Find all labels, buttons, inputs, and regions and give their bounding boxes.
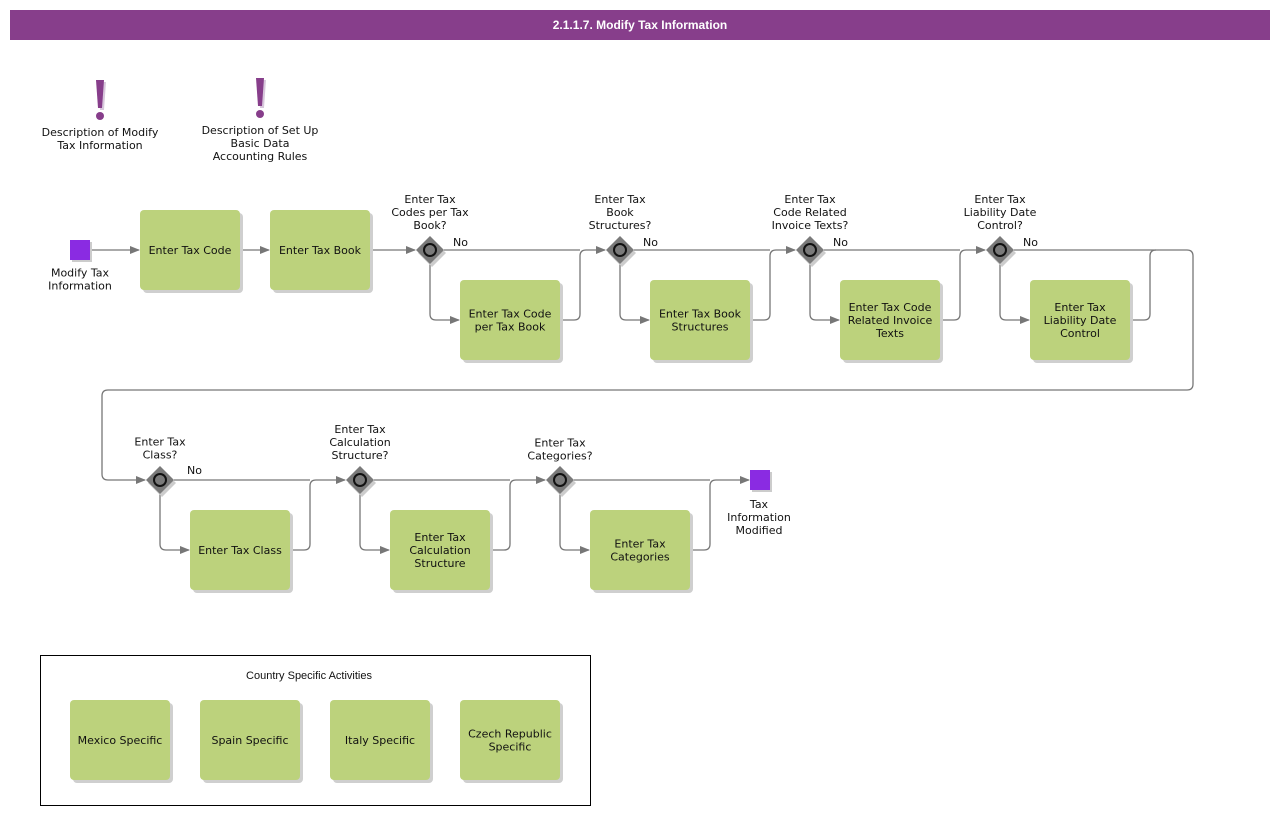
sequence-flow (559, 494, 590, 554)
task-enter-tax-class[interactable]: Enter Tax Class (190, 510, 293, 593)
task-enter-tax-code-related-invoice-texts[interactable]: Enter Tax Code Related Invoice Texts (840, 280, 943, 363)
sequence-flows (90, 246, 1194, 554)
task-label: Enter Tax Code per Tax Book (469, 308, 552, 334)
exclamation-dot-icon (256, 110, 264, 118)
task-label: Mexico Specific (78, 734, 163, 747)
no-branch-label: No (453, 236, 468, 249)
sequence-flow (429, 264, 460, 324)
inclusive-circle-icon (613, 243, 627, 257)
gateway-question-label: Enter Tax Book Structures? (589, 193, 652, 232)
task-enter-tax-liability-date-control[interactable]: Enter Tax Liability Date Control (1030, 280, 1133, 363)
gateway-question-label: Enter Tax Liability Date Control? (964, 193, 1037, 232)
task-label: Enter Tax Code (149, 244, 232, 257)
note-label: Description of Set Up Basic Data Accountin… (202, 124, 319, 163)
gateway-gw-book-structures[interactable] (606, 236, 636, 267)
gateway-gw-tax-class[interactable] (146, 466, 176, 497)
inclusive-circle-icon (353, 473, 367, 487)
event-square-icon[interactable] (70, 240, 90, 260)
inclusive-circle-icon (993, 243, 1007, 257)
no-branch-label: No (187, 464, 202, 477)
task-italy-specific[interactable]: Italy Specific (330, 700, 433, 783)
task-label: Enter Tax Book (279, 244, 362, 257)
task-enter-tax-categories[interactable]: Enter Tax Categories (590, 510, 693, 593)
inclusive-circle-icon (423, 243, 437, 257)
start-event-modify-tax-information[interactable] (70, 240, 92, 262)
start-event-label: Modify Tax Information (48, 267, 112, 293)
gateway-question-label: Enter Tax Code Related Invoice Texts? (772, 193, 849, 232)
sequence-flow (359, 494, 390, 554)
sequence-flow (560, 246, 606, 321)
task-mexico-specific[interactable]: Mexico Specific (70, 700, 173, 783)
process-diagram: Description of Modify Tax Information Desc… (40, 78, 1194, 806)
note-description-modify-tax-information[interactable]: Description of Modify Tax Information (42, 80, 159, 152)
gateway-question-label: Enter Tax Categories? (527, 437, 592, 463)
no-branch-label: No (1023, 236, 1038, 249)
gateway-question-label: Enter Tax Class? (134, 436, 186, 462)
task-label: Enter Tax Categories (610, 538, 670, 564)
gateway-gw-codes-per-book[interactable] (416, 236, 446, 267)
no-branch-label: No (833, 236, 848, 249)
gateway-gw-calc-structure[interactable] (346, 466, 376, 497)
task-label: Spain Specific (211, 734, 288, 747)
exclamation-dot-icon (96, 112, 104, 120)
task-label: Enter Tax Class (198, 544, 282, 557)
country-specific-activities-group: Country Specific Activities Mexico Specif… (40, 655, 591, 806)
sequence-flow (490, 476, 546, 551)
task-label: Enter Tax Calculation Structure (409, 531, 470, 570)
sequence-flow (750, 246, 796, 321)
sequence-flow (1130, 249, 1157, 321)
no-branch-label: No (643, 236, 658, 249)
end-event-label: Tax Information Modified (727, 498, 791, 537)
group-title: Country Specific Activities (246, 670, 372, 682)
gateway-gw-invoice-texts[interactable] (796, 236, 826, 267)
sequence-flow (619, 264, 650, 324)
task-enter-tax-code-per-tax-book[interactable]: Enter Tax Code per Tax Book (460, 280, 563, 363)
loop-flow (101, 249, 1194, 484)
sequence-flow (940, 246, 986, 321)
task-enter-tax-code[interactable]: Enter Tax Code (140, 210, 243, 293)
inclusive-circle-icon (803, 243, 817, 257)
diagram-nodes: Description of Modify Tax Information Desc… (40, 78, 1133, 806)
sequence-flow (809, 264, 840, 324)
inclusive-circle-icon (153, 473, 167, 487)
task-enter-tax-book-structures[interactable]: Enter Tax Book Structures (650, 280, 753, 363)
gateway-gw-liability-date[interactable] (986, 236, 1016, 267)
task-enter-tax-book[interactable]: Enter Tax Book (270, 210, 373, 293)
inclusive-circle-icon (553, 473, 567, 487)
task-spain-specific[interactable]: Spain Specific (200, 700, 303, 783)
sequence-flow (159, 494, 190, 554)
sequence-flow (999, 264, 1030, 324)
task-label: Italy Specific (345, 734, 415, 747)
gateway-question-label: Enter Tax Codes per Tax Book? (391, 193, 469, 232)
sequence-flow (290, 476, 346, 551)
gateway-question-label: Enter Tax Calculation Structure? (329, 423, 390, 462)
note-description-set-up-basic-data[interactable]: Description of Set Up Basic Data Accountin… (202, 78, 319, 163)
gateway-gw-categories[interactable] (546, 466, 576, 497)
task-czech-republic-specific[interactable]: Czech Republic Specific (460, 700, 563, 783)
task-enter-tax-calculation-structure[interactable]: Enter Tax Calculation Structure (390, 510, 493, 593)
end-event-tax-information-modified[interactable] (750, 470, 772, 492)
note-label: Description of Modify Tax Information (42, 126, 159, 152)
event-square-icon[interactable] (750, 470, 770, 490)
